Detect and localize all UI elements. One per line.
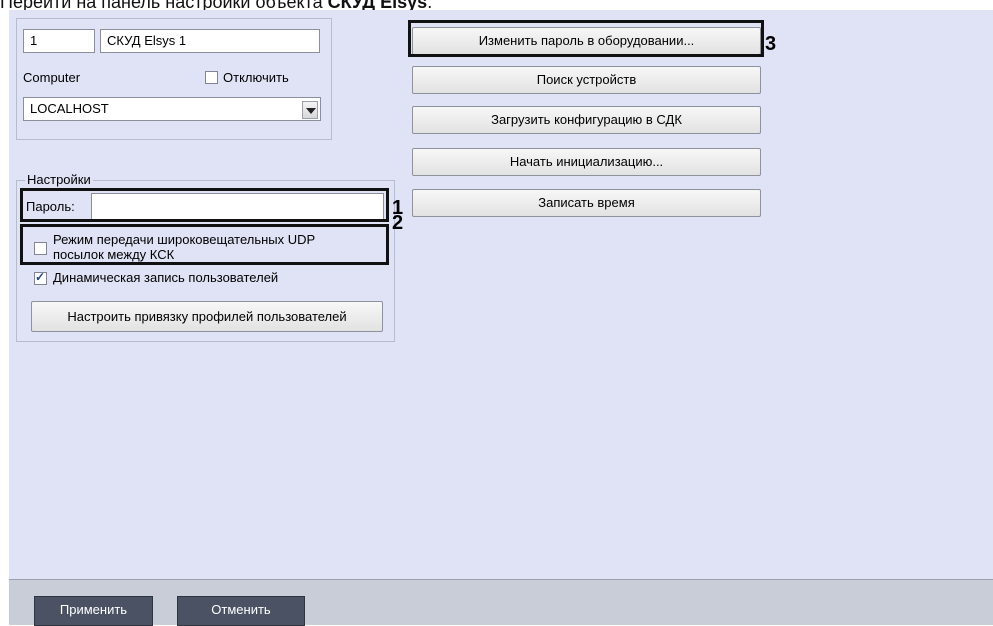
write-time-button[interactable]: Записать время (412, 189, 761, 217)
settings-group-title: Настройки (25, 172, 93, 188)
callout-box-1 (20, 188, 389, 222)
computer-label: Computer (23, 70, 81, 85)
callout-box-3 (408, 20, 764, 57)
settings-panel: 1 СКУД Elsys 1 Computer Отключить LOCALH… (9, 10, 993, 579)
disable-label: Отключить (223, 70, 289, 85)
computer-select[interactable]: LOCALHOST (23, 97, 321, 121)
object-id-field[interactable]: 1 (23, 29, 95, 53)
dynamic-users-label: Динамическая запись пользователей (53, 270, 279, 285)
apply-button[interactable]: Применить (34, 596, 153, 626)
dynamic-users-checkbox[interactable] (34, 270, 47, 285)
search-devices-button[interactable]: Поиск устройств (412, 66, 761, 94)
computer-select-value: LOCALHOST (30, 101, 109, 116)
callout-number-3: 3 (765, 33, 777, 55)
callout-number-2: 2 (392, 212, 404, 234)
bottom-bar: Применить Отменить (9, 579, 993, 626)
profiles-binding-button[interactable]: Настроить привязку профилей пользователе… (31, 301, 383, 332)
start-init-button[interactable]: Начать инициализацию... (412, 148, 761, 176)
cancel-button[interactable]: Отменить (177, 596, 305, 626)
upload-config-button[interactable]: Загрузить конфигурацию в СДК (412, 106, 761, 134)
chevron-down-icon[interactable] (302, 101, 318, 119)
object-name-field[interactable]: СКУД Elsys 1 (100, 29, 320, 53)
callout-box-2 (20, 224, 389, 265)
disable-checkbox[interactable] (205, 71, 218, 84)
